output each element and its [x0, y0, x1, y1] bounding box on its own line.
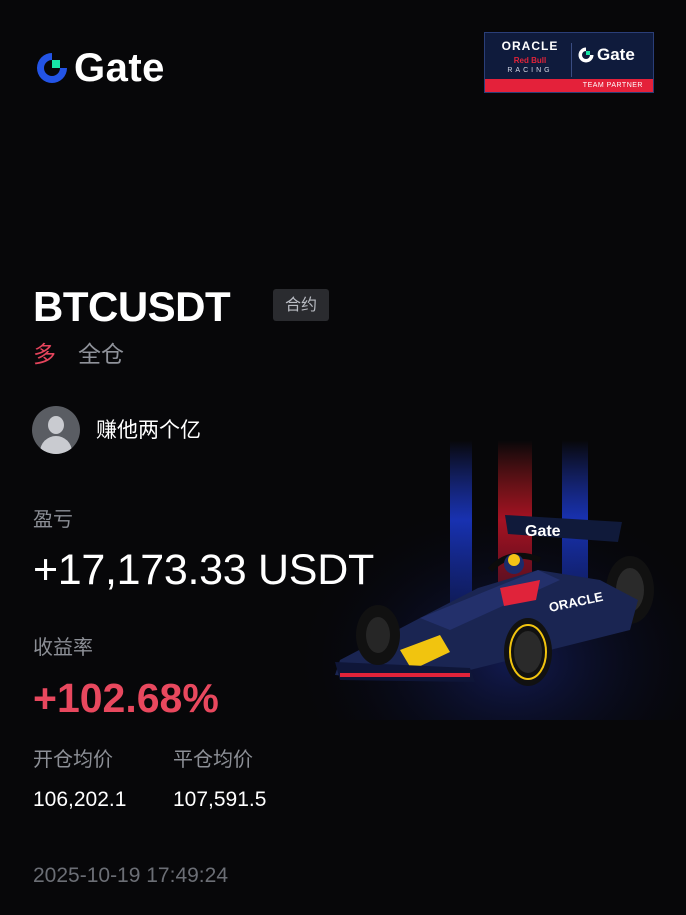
- brand-name: Gate: [74, 46, 165, 90]
- partner-gate-logo: Gate: [577, 45, 635, 65]
- redbull-text: Red Bull: [513, 56, 547, 65]
- racing-text: RACING: [507, 67, 553, 74]
- close-price-value: 107,591.5: [173, 788, 267, 811]
- team-partner-badge: ORACLE Red Bull RACING Gate TEAM PARTNER: [484, 32, 654, 93]
- oracle-redbull-logo: ORACLE Red Bull RACING: [493, 39, 567, 76]
- gate-logo-icon: [34, 50, 70, 86]
- open-price-label: 开仓均价: [33, 747, 113, 771]
- trading-pair-symbol: BTCUSDT: [33, 283, 231, 330]
- oracle-text: ORACLE: [501, 39, 559, 53]
- gate-logo: Gate: [34, 46, 165, 90]
- username: 赚他两个亿: [96, 418, 201, 442]
- badge-divider: [571, 43, 572, 77]
- team-partner-label: TEAM PARTNER: [582, 82, 643, 89]
- pnl-share-card: Gate ORACLE Red Bull RACING Gate TEAM PA…: [0, 0, 686, 915]
- roi-value: +102.68%: [33, 675, 219, 721]
- user-avatar-icon: [32, 406, 80, 454]
- gate-logo-small-icon: [578, 47, 594, 63]
- margin-mode: 全仓: [78, 342, 124, 368]
- avatar-head: [48, 416, 64, 434]
- svg-text:Gate: Gate: [525, 523, 561, 540]
- roi-label: 收益率: [33, 635, 93, 659]
- open-price-value: 106,202.1: [33, 788, 127, 811]
- avatar-body: [40, 436, 72, 454]
- close-price-label: 平仓均价: [173, 747, 253, 771]
- pnl-value: +17,173.33 USDT: [33, 546, 374, 594]
- team-partner-strip: TEAM PARTNER: [485, 79, 653, 92]
- contract-type-tag: 合约: [273, 289, 329, 321]
- timestamp: 2025-10-19 17:49:24: [33, 864, 228, 887]
- position-side: 多: [33, 342, 56, 368]
- pnl-label: 盈亏: [33, 507, 73, 531]
- partner-gate-text: Gate: [597, 45, 635, 64]
